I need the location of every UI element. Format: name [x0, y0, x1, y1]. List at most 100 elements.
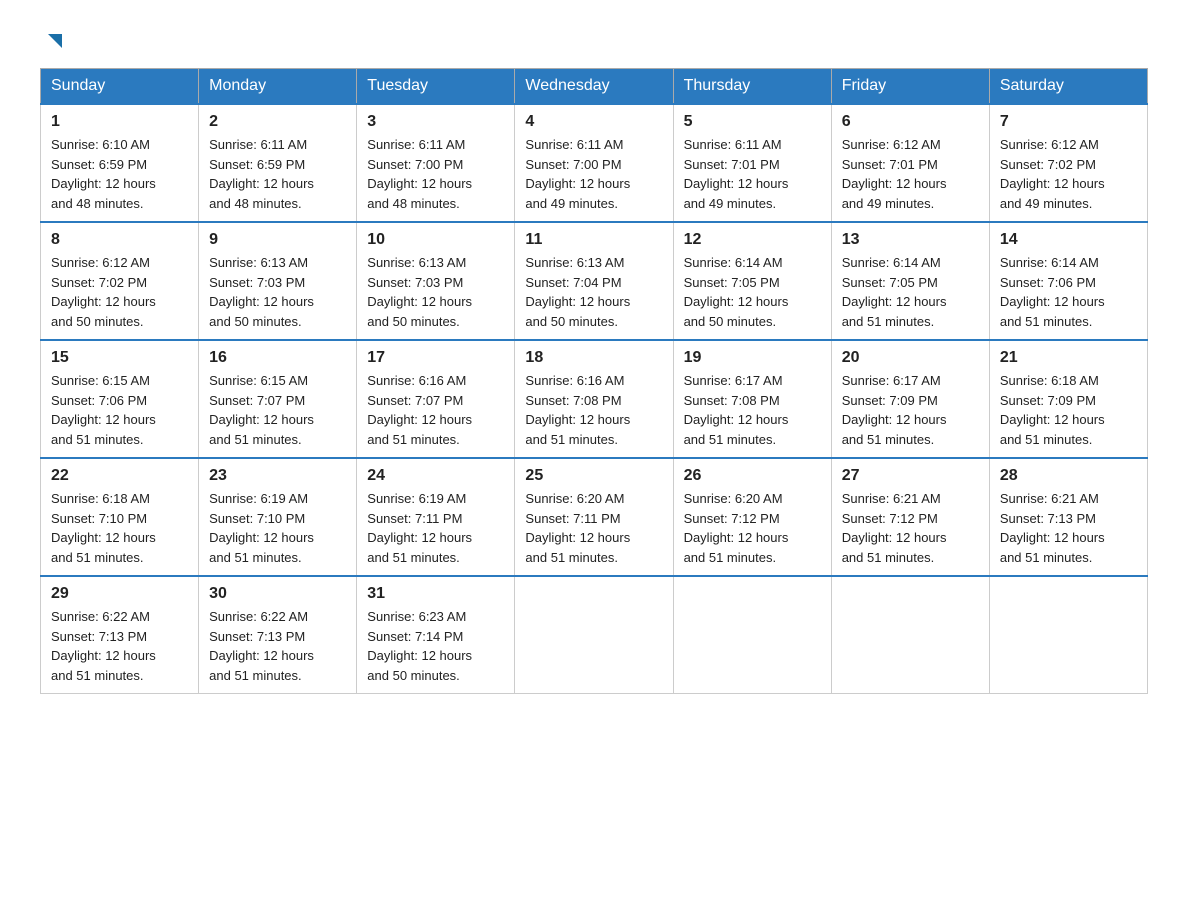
day-info: Sunrise: 6:14 AMSunset: 7:05 PMDaylight:…: [684, 255, 789, 329]
day-info: Sunrise: 6:11 AMSunset: 7:00 PMDaylight:…: [525, 137, 630, 211]
day-number: 15: [51, 349, 188, 367]
calendar-cell: 12 Sunrise: 6:14 AMSunset: 7:05 PMDayligh…: [673, 222, 831, 340]
day-number: 16: [209, 349, 346, 367]
calendar-cell: 24Sunrise: 6:19 AMSunset: 7:11 PMDayligh…: [357, 458, 515, 576]
col-header-sunday: Sunday: [41, 69, 199, 105]
day-number: 11: [525, 231, 662, 249]
calendar-cell: 8 Sunrise: 6:12 AMSunset: 7:02 PMDaylight…: [41, 222, 199, 340]
day-number: 7: [1000, 113, 1137, 131]
calendar-cell: 25 Sunrise: 6:20 AMSunset: 7:11 PMDayligh…: [515, 458, 673, 576]
calendar-cell: 7 Sunrise: 6:12 AMSunset: 7:02 PMDaylight…: [989, 104, 1147, 222]
day-number: 26: [684, 467, 821, 485]
calendar-cell: 20 Sunrise: 6:17 AMSunset: 7:09 PMDayligh…: [831, 340, 989, 458]
day-info: Sunrise: 6:21 AMSunset: 7:13 PMDaylight:…: [1000, 491, 1105, 565]
day-number: 10: [367, 231, 504, 249]
col-header-thursday: Thursday: [673, 69, 831, 105]
col-header-wednesday: Wednesday: [515, 69, 673, 105]
day-info: Sunrise: 6:17 AMSunset: 7:08 PMDaylight:…: [684, 373, 789, 447]
day-number: 4: [525, 113, 662, 131]
day-info: Sunrise: 6:18 AMSunset: 7:09 PMDaylight:…: [1000, 373, 1105, 447]
calendar-cell: 22 Sunrise: 6:18 AMSunset: 7:10 PMDayligh…: [41, 458, 199, 576]
day-number: 30: [209, 585, 346, 603]
calendar-week-row: 1 Sunrise: 6:10 AMSunset: 6:59 PMDaylight…: [41, 104, 1148, 222]
calendar-week-row: 8 Sunrise: 6:12 AMSunset: 7:02 PMDaylight…: [41, 222, 1148, 340]
day-number: 12: [684, 231, 821, 249]
day-number: 29: [51, 585, 188, 603]
day-info: Sunrise: 6:20 AMSunset: 7:11 PMDaylight:…: [525, 491, 630, 565]
day-info: Sunrise: 6:12 AMSunset: 7:02 PMDaylight:…: [1000, 137, 1105, 211]
calendar-cell: 1 Sunrise: 6:10 AMSunset: 6:59 PMDaylight…: [41, 104, 199, 222]
day-info: Sunrise: 6:12 AMSunset: 7:01 PMDaylight:…: [842, 137, 947, 211]
calendar-cell: 19 Sunrise: 6:17 AMSunset: 7:08 PMDayligh…: [673, 340, 831, 458]
day-number: 19: [684, 349, 821, 367]
day-number: 27: [842, 467, 979, 485]
calendar-cell: 15Sunrise: 6:15 AMSunset: 7:06 PMDayligh…: [41, 340, 199, 458]
day-number: 24: [367, 467, 504, 485]
calendar-cell: 23 Sunrise: 6:19 AMSunset: 7:10 PMDayligh…: [199, 458, 357, 576]
day-info: Sunrise: 6:11 AMSunset: 6:59 PMDaylight:…: [209, 137, 314, 211]
calendar-week-row: 29 Sunrise: 6:22 AMSunset: 7:13 PMDayligh…: [41, 576, 1148, 694]
calendar-week-row: 15Sunrise: 6:15 AMSunset: 7:06 PMDayligh…: [41, 340, 1148, 458]
calendar-cell: 29 Sunrise: 6:22 AMSunset: 7:13 PMDayligh…: [41, 576, 199, 694]
day-info: Sunrise: 6:12 AMSunset: 7:02 PMDaylight:…: [51, 255, 156, 329]
calendar-cell: 31 Sunrise: 6:23 AMSunset: 7:14 PMDayligh…: [357, 576, 515, 694]
day-number: 3: [367, 113, 504, 131]
day-number: 28: [1000, 467, 1137, 485]
calendar-header-row: SundayMondayTuesdayWednesdayThursdayFrid…: [41, 69, 1148, 105]
day-info: Sunrise: 6:13 AMSunset: 7:03 PMDaylight:…: [367, 255, 472, 329]
calendar-cell: 2Sunrise: 6:11 AMSunset: 6:59 PMDaylight…: [199, 104, 357, 222]
day-info: Sunrise: 6:23 AMSunset: 7:14 PMDaylight:…: [367, 609, 472, 683]
calendar-cell: [515, 576, 673, 694]
day-number: 13: [842, 231, 979, 249]
day-info: Sunrise: 6:15 AMSunset: 7:07 PMDaylight:…: [209, 373, 314, 447]
calendar-cell: 13 Sunrise: 6:14 AMSunset: 7:05 PMDayligh…: [831, 222, 989, 340]
day-number: 9: [209, 231, 346, 249]
logo-triangle-icon: [44, 30, 66, 52]
day-info: Sunrise: 6:19 AMSunset: 7:10 PMDaylight:…: [209, 491, 314, 565]
day-info: Sunrise: 6:11 AMSunset: 7:00 PMDaylight:…: [367, 137, 472, 211]
day-number: 20: [842, 349, 979, 367]
calendar-cell: 16 Sunrise: 6:15 AMSunset: 7:07 PMDayligh…: [199, 340, 357, 458]
calendar-cell: [831, 576, 989, 694]
day-number: 6: [842, 113, 979, 131]
calendar-cell: [673, 576, 831, 694]
day-number: 17: [367, 349, 504, 367]
day-number: 8: [51, 231, 188, 249]
day-number: 22: [51, 467, 188, 485]
calendar-table: SundayMondayTuesdayWednesdayThursdayFrid…: [40, 68, 1148, 694]
calendar-cell: 6 Sunrise: 6:12 AMSunset: 7:01 PMDaylight…: [831, 104, 989, 222]
day-info: Sunrise: 6:13 AMSunset: 7:04 PMDaylight:…: [525, 255, 630, 329]
col-header-saturday: Saturday: [989, 69, 1147, 105]
day-number: 18: [525, 349, 662, 367]
logo: [40, 30, 66, 48]
calendar-cell: 9 Sunrise: 6:13 AMSunset: 7:03 PMDaylight…: [199, 222, 357, 340]
day-number: 14: [1000, 231, 1137, 249]
day-info: Sunrise: 6:20 AMSunset: 7:12 PMDaylight:…: [684, 491, 789, 565]
day-info: Sunrise: 6:21 AMSunset: 7:12 PMDaylight:…: [842, 491, 947, 565]
calendar-week-row: 22 Sunrise: 6:18 AMSunset: 7:10 PMDayligh…: [41, 458, 1148, 576]
day-number: 31: [367, 585, 504, 603]
day-info: Sunrise: 6:22 AMSunset: 7:13 PMDaylight:…: [51, 609, 156, 683]
day-info: Sunrise: 6:14 AMSunset: 7:06 PMDaylight:…: [1000, 255, 1105, 329]
day-number: 25: [525, 467, 662, 485]
day-number: 23: [209, 467, 346, 485]
day-info: Sunrise: 6:22 AMSunset: 7:13 PMDaylight:…: [209, 609, 314, 683]
calendar-cell: 14 Sunrise: 6:14 AMSunset: 7:06 PMDayligh…: [989, 222, 1147, 340]
day-number: 1: [51, 113, 188, 131]
calendar-cell: 27 Sunrise: 6:21 AMSunset: 7:12 PMDayligh…: [831, 458, 989, 576]
day-info: Sunrise: 6:10 AMSunset: 6:59 PMDaylight:…: [51, 137, 156, 211]
calendar-cell: 10 Sunrise: 6:13 AMSunset: 7:03 PMDayligh…: [357, 222, 515, 340]
day-info: Sunrise: 6:11 AMSunset: 7:01 PMDaylight:…: [684, 137, 789, 211]
day-info: Sunrise: 6:16 AMSunset: 7:08 PMDaylight:…: [525, 373, 630, 447]
calendar-cell: [989, 576, 1147, 694]
day-info: Sunrise: 6:18 AMSunset: 7:10 PMDaylight:…: [51, 491, 156, 565]
calendar-cell: 21 Sunrise: 6:18 AMSunset: 7:09 PMDayligh…: [989, 340, 1147, 458]
day-info: Sunrise: 6:14 AMSunset: 7:05 PMDaylight:…: [842, 255, 947, 329]
day-info: Sunrise: 6:17 AMSunset: 7:09 PMDaylight:…: [842, 373, 947, 447]
day-number: 21: [1000, 349, 1137, 367]
day-info: Sunrise: 6:13 AMSunset: 7:03 PMDaylight:…: [209, 255, 314, 329]
calendar-cell: 26 Sunrise: 6:20 AMSunset: 7:12 PMDayligh…: [673, 458, 831, 576]
col-header-monday: Monday: [199, 69, 357, 105]
calendar-cell: 3 Sunrise: 6:11 AMSunset: 7:00 PMDaylight…: [357, 104, 515, 222]
col-header-tuesday: Tuesday: [357, 69, 515, 105]
